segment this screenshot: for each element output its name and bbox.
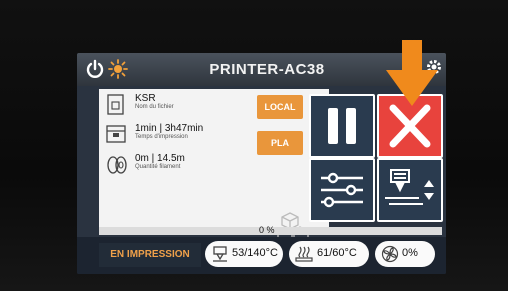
pointer-arrow-icon	[382, 40, 442, 112]
sun-icon[interactable]	[108, 59, 128, 83]
material-pla-badge[interactable]: PLA	[257, 131, 303, 155]
nozzle-temp-pill[interactable]: 53/140°C	[205, 241, 283, 267]
nozzle-temp: 53/140°C	[232, 247, 278, 259]
progress-label: 0 %	[259, 225, 275, 235]
pause-button[interactable]	[309, 94, 375, 158]
file-icon	[105, 93, 127, 121]
bed-temp-pill[interactable]: 61/60°C	[289, 241, 369, 267]
filament-spool-icon	[105, 153, 129, 181]
file-name: KSR	[135, 93, 156, 104]
print-state: EN IMPRESSION	[99, 243, 201, 267]
fan-pill[interactable]: 0%	[375, 241, 435, 267]
job-info-panel: KSR Nom du fichier 1min | 3h47min Temps …	[99, 89, 329, 244]
status-bar: EN IMPRESSION 53/140°C 61/60°C 0%	[77, 237, 446, 274]
printer-name: PRINTER-AC38	[209, 61, 325, 78]
power-icon[interactable]	[85, 59, 105, 83]
bed-temp: 61/60°C	[317, 247, 357, 259]
sliders-icon	[321, 172, 363, 208]
fan-speed: 0%	[402, 247, 418, 259]
filament-amount: 0m | 14.5m	[135, 153, 185, 164]
nozzle-z-icon	[385, 169, 434, 205]
filament-label: Quantité filament	[135, 164, 181, 170]
nozzle-icon	[211, 245, 229, 267]
printer-icon	[105, 123, 127, 151]
z-axis-button[interactable]	[377, 158, 443, 222]
print-time: 1min | 3h47min	[135, 123, 204, 134]
file-name-label: Nom du fichier	[135, 104, 174, 110]
pause-icon	[328, 108, 356, 144]
fan-icon	[381, 245, 399, 267]
heated-bed-icon	[295, 245, 313, 267]
tune-settings-button[interactable]	[309, 158, 375, 222]
print-time-label: Temps d'impression	[135, 134, 188, 140]
source-local-badge[interactable]: LOCAL	[257, 95, 303, 119]
